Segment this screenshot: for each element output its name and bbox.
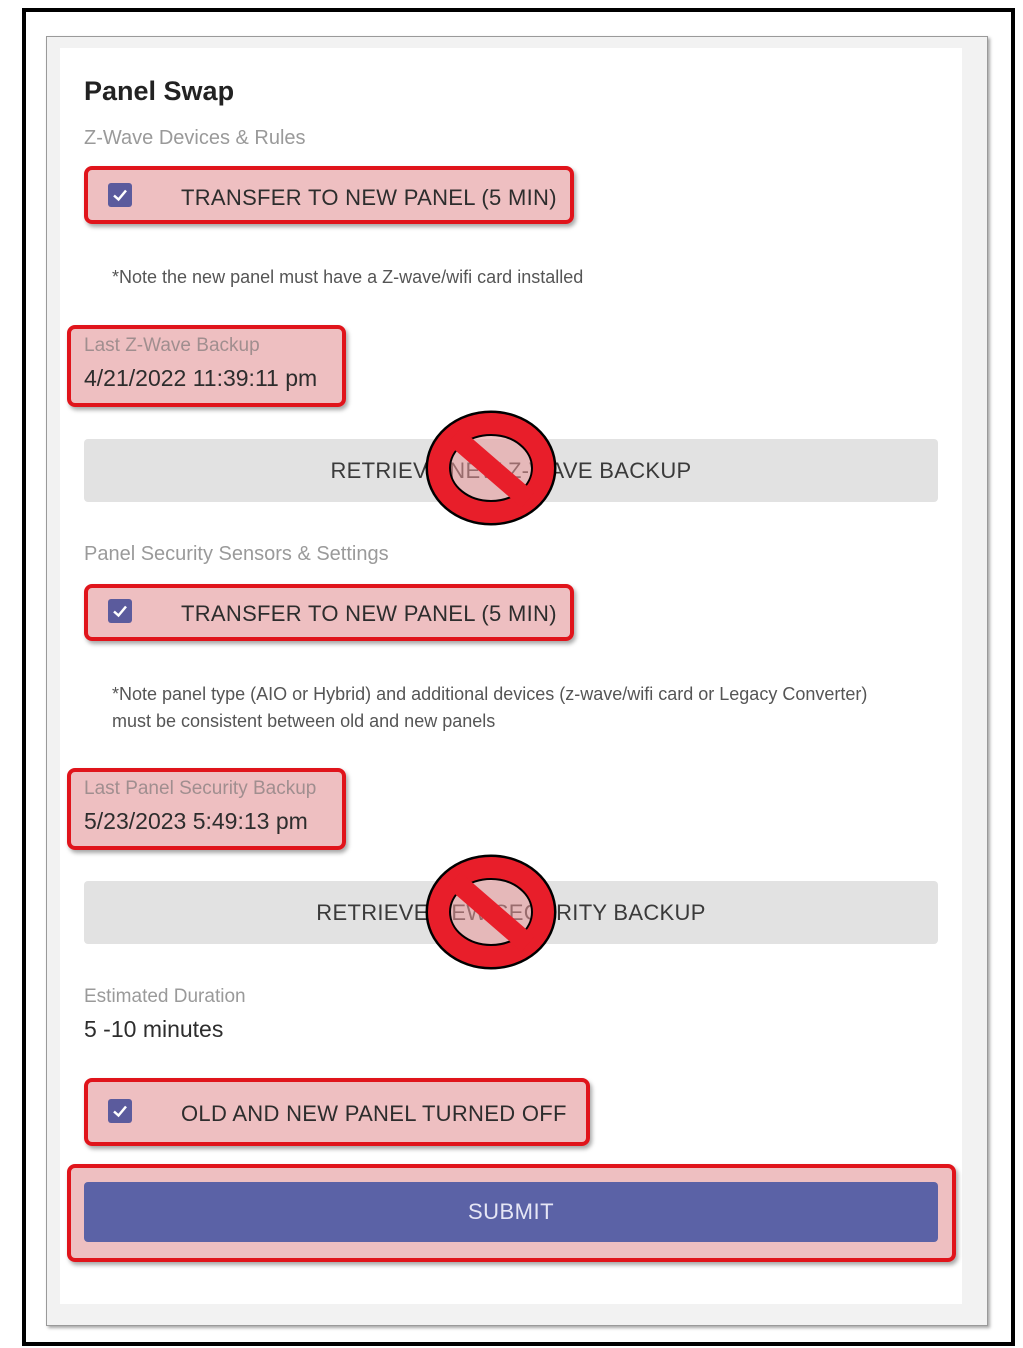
last-security-backup-label: Last Panel Security Backup xyxy=(84,778,317,799)
zwave-note: *Note the new panel must have a Z-wave/w… xyxy=(112,267,584,287)
last-zwave-backup-value: 4/21/2022 11:39:11 pm xyxy=(84,365,318,391)
security-transfer-checkbox[interactable] xyxy=(108,599,132,623)
security-section-label: Panel Security Sensors & Settings xyxy=(84,543,389,565)
checkmark-icon xyxy=(113,1105,127,1118)
page-title: Panel Swap xyxy=(84,76,235,106)
checkmark-icon xyxy=(113,189,127,202)
submit-button[interactable]: SUBMIT xyxy=(84,1182,938,1242)
no-sign-icon xyxy=(425,410,557,526)
checkmark-icon xyxy=(113,605,127,618)
estimated-duration-value: 5 -10 minutes xyxy=(84,1016,224,1042)
security-transfer-label[interactable]: TRANSFER TO NEW PANEL (5 MIN) xyxy=(181,601,557,627)
no-sign-icon xyxy=(425,854,557,970)
security-note-line1: *Note panel type (AIO or Hybrid) and add… xyxy=(112,684,868,704)
zwave-transfer-checkbox[interactable] xyxy=(108,183,132,207)
security-note-line2: must be consistent between old and new p… xyxy=(112,711,496,731)
estimated-duration-label: Estimated Duration xyxy=(84,986,246,1007)
panels-off-label[interactable]: OLD AND NEW PANEL TURNED OFF xyxy=(181,1101,567,1127)
zwave-section-label: Z-Wave Devices & Rules xyxy=(84,127,306,149)
last-zwave-backup-label: Last Z-Wave Backup xyxy=(84,335,260,356)
panels-off-checkbox[interactable] xyxy=(108,1099,132,1123)
submit-label: SUBMIT xyxy=(467,1199,555,1224)
zwave-transfer-label[interactable]: TRANSFER TO NEW PANEL (5 MIN) xyxy=(181,185,557,211)
last-security-backup-value: 5/23/2023 5:49:13 pm xyxy=(84,808,308,834)
